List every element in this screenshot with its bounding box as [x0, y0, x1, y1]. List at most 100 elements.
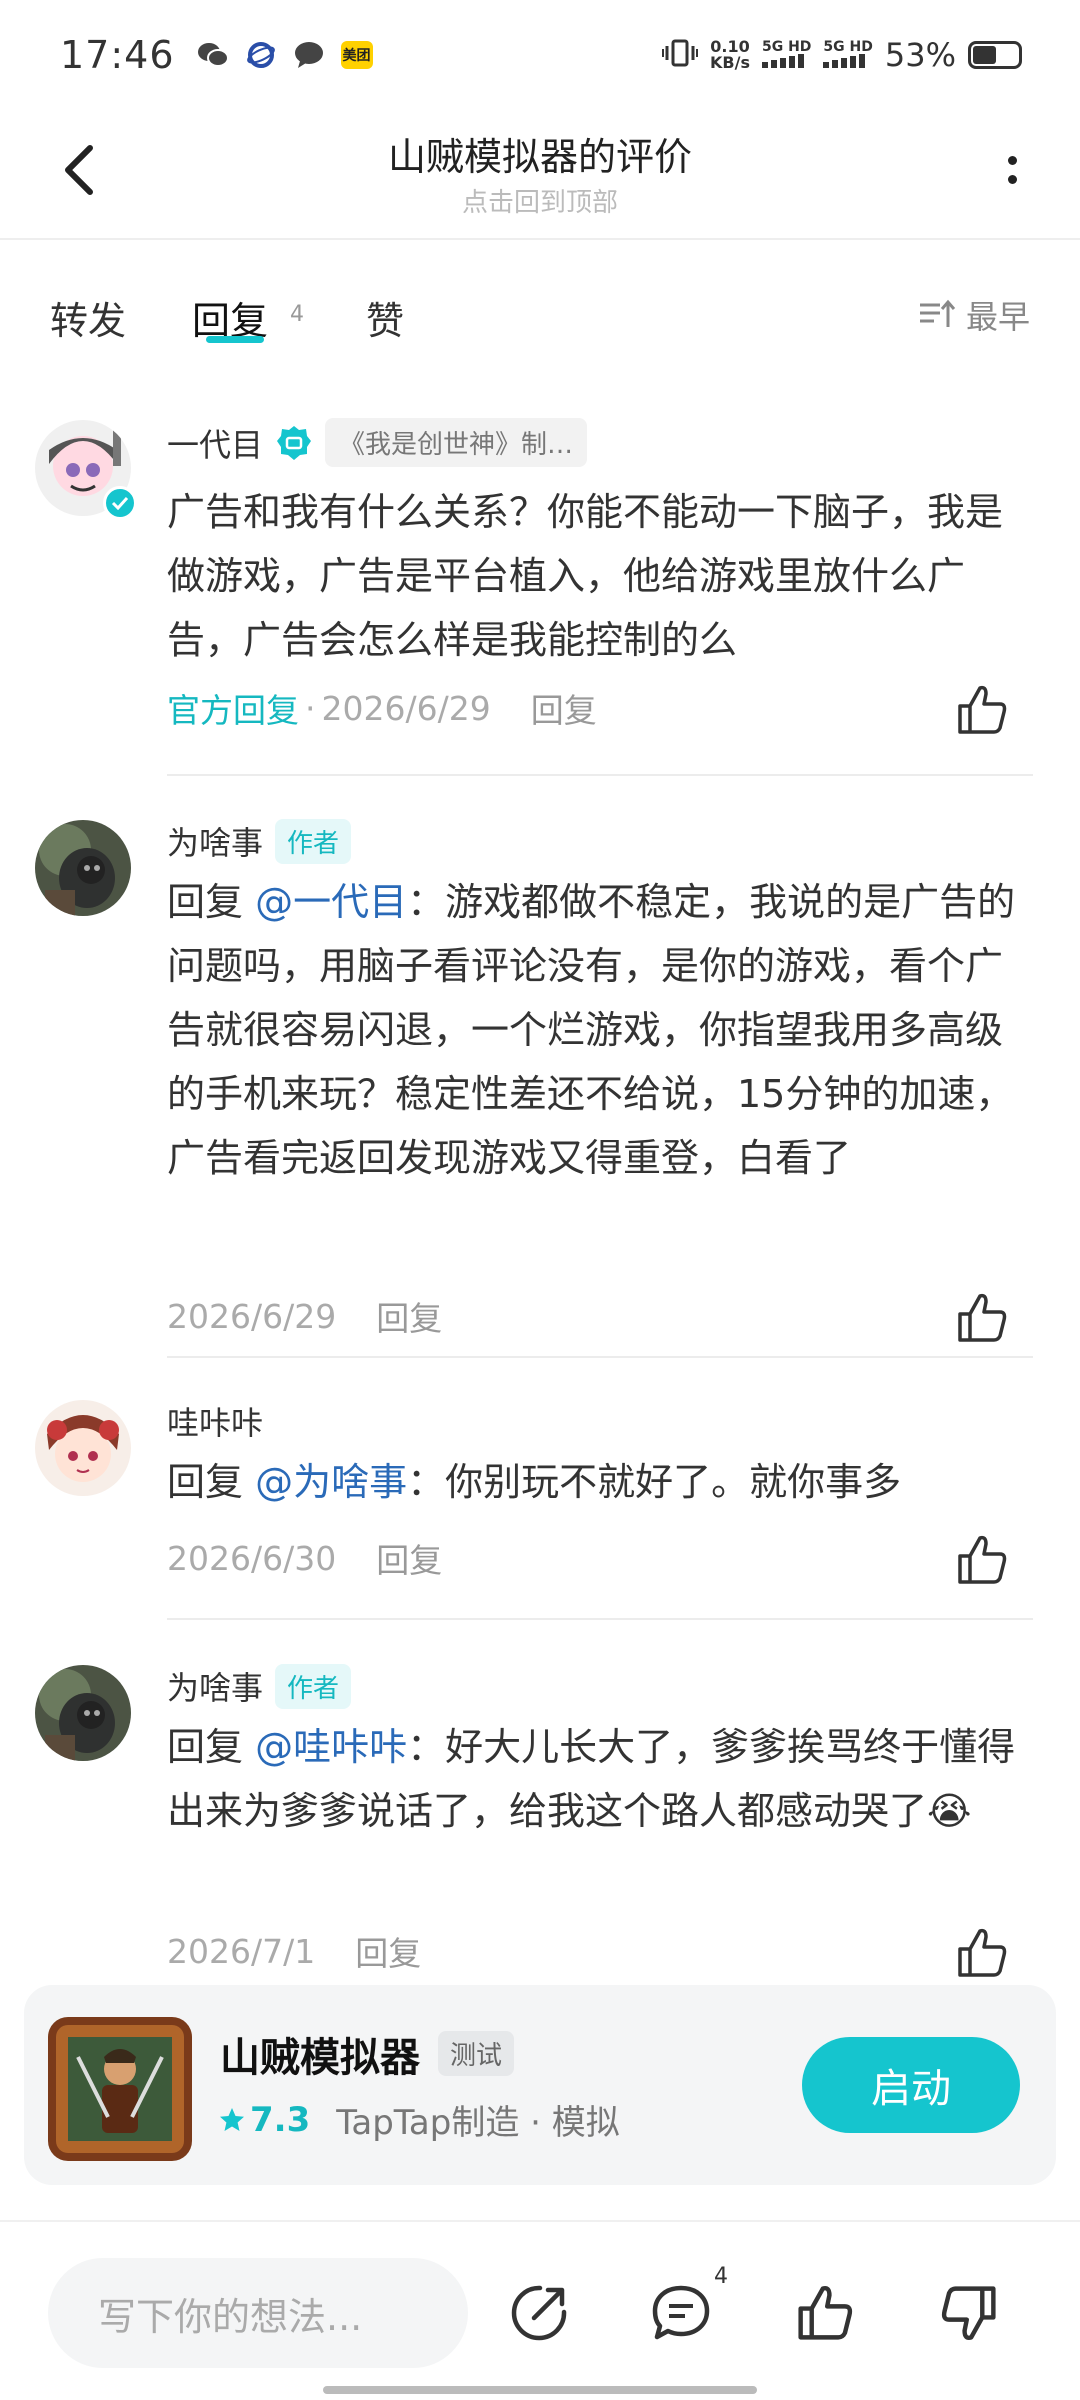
- notification-icons: 美团: [197, 39, 373, 71]
- comment-author[interactable]: 一代目: [167, 420, 263, 466]
- mention-link[interactable]: @为啥事: [255, 1460, 407, 1504]
- more-options-button[interactable]: [992, 140, 1032, 200]
- browser-icon: [245, 39, 277, 71]
- comment-count: 4: [714, 2264, 728, 2289]
- bottom-action-bar: 写下你的想法... 4: [0, 2222, 1080, 2400]
- avatar[interactable]: [35, 1400, 131, 1496]
- wechat-icon: [197, 39, 229, 71]
- thumbs-down-icon: [941, 2286, 996, 2340]
- thumbs-up-icon[interactable]: [954, 1290, 1010, 1346]
- comment-header: 一代目 《我是创世神》制…: [167, 418, 588, 467]
- comment-author[interactable]: 哇咔咔: [167, 1398, 263, 1444]
- comment-body: ：你别玩不就好了。就你事多: [407, 1460, 902, 1504]
- game-icon[interactable]: [48, 2017, 192, 2161]
- comment-date: 2026/6/29: [321, 688, 491, 728]
- share-button[interactable]: [504, 2278, 574, 2348]
- tab-replies-count: 4: [290, 302, 304, 327]
- thumbs-up-icon[interactable]: [954, 1925, 1010, 1981]
- game-meta: 7.3 TapTap制造 · 模拟: [218, 2095, 620, 2144]
- game-rating: 7.3: [218, 2100, 310, 2140]
- comment-text: 回复 @一代目：游戏都做不稳定，我说的是广告的问题吗，用脑子看评论没有，是你的游…: [167, 870, 1037, 1190]
- star-icon: [220, 2107, 244, 2131]
- comment-date: 2026/6/29: [167, 1296, 337, 1336]
- avatar[interactable]: [35, 820, 131, 916]
- comment-meta: 2026/6/30 回复: [167, 1534, 442, 1582]
- comment-button[interactable]: [646, 2278, 716, 2348]
- official-reply-label: 官方回复: [167, 691, 299, 730]
- reply-prefix: 回复: [167, 1725, 244, 1769]
- more-dot-icon: [1007, 156, 1017, 165]
- scroll-to-top-link[interactable]: 点击回到顶部: [0, 182, 1080, 219]
- comment-text: 回复 @哇咔咔：好大儿长大了，爹爹挨骂终于懂得出来为爹爹说话了，给我这个路人都感…: [167, 1715, 1037, 1843]
- comment-date: 2026/6/30: [167, 1538, 337, 1578]
- reply-prefix: 回复: [167, 1460, 244, 1504]
- meituan-icon: 美团: [340, 41, 373, 69]
- comment-body: ：游戏都做不稳定，我说的是广告的问题吗，用脑子看评论没有，是你的游戏，看个广告就…: [167, 880, 1016, 1180]
- more-dot-icon: [1007, 175, 1017, 184]
- reply-button[interactable]: 回复: [355, 1927, 421, 1975]
- like-button[interactable]: [790, 2278, 860, 2348]
- signal-sim1: 5G HD: [761, 38, 812, 71]
- comment-author[interactable]: 为啥事: [167, 818, 263, 864]
- official-icon: [275, 424, 313, 462]
- status-right: 0.10 KB/s 5G HD 5G HD 53%: [662, 36, 1022, 74]
- comment-author[interactable]: 为啥事: [167, 1663, 263, 1709]
- battery-level: [973, 46, 997, 64]
- net-speed: 0.10 KB/s: [710, 39, 750, 71]
- divider: [167, 1618, 1033, 1620]
- sim1-label: 5G HD: [761, 38, 812, 55]
- active-tab-indicator: [206, 336, 264, 343]
- comment-meta: 官方回复 · 2026/6/29 回复: [167, 684, 597, 732]
- game-maker: TapTap制造 · 模拟: [336, 2103, 620, 2143]
- top-nav: 山贼模拟器的评价 点击回到顶部: [0, 110, 1080, 240]
- tab-likes[interactable]: 赞: [366, 290, 404, 345]
- comment-icon: [652, 2285, 710, 2340]
- vibrate-icon: [662, 38, 698, 72]
- status-time: 17:46: [60, 33, 175, 77]
- status-bar: 17:46 美团 0.10 KB/s 5G HD 5G HD 53%: [0, 0, 1080, 110]
- comment-header: 为啥事 作者: [167, 818, 352, 864]
- message-icon: [293, 39, 325, 71]
- sort-icon: [919, 299, 956, 327]
- reply-button[interactable]: 回复: [376, 1292, 442, 1340]
- signal-sim2: 5G HD: [823, 38, 873, 71]
- reply-button[interactable]: 回复: [531, 684, 597, 732]
- divider: [167, 774, 1033, 776]
- verified-badge-icon: [103, 486, 137, 520]
- dislike-button[interactable]: [934, 2278, 1004, 2348]
- sort-button[interactable]: 最早: [918, 292, 1030, 338]
- battery-icon: [968, 41, 1022, 69]
- comment-input[interactable]: 写下你的想法...: [48, 2258, 468, 2368]
- sim2-label: 5G HD: [823, 38, 873, 55]
- share-icon: [511, 2285, 567, 2341]
- thumbs-up-icon[interactable]: [954, 682, 1010, 738]
- tab-bar: 转发 回复 4 赞 最早: [0, 240, 1080, 390]
- mention-link[interactable]: @哇咔咔: [255, 1725, 407, 1769]
- game-name: 山贼模拟器: [220, 2035, 420, 2081]
- tab-forward[interactable]: 转发: [50, 290, 126, 345]
- net-speed-unit: KB/s: [710, 53, 750, 72]
- page-title: 山贼模拟器的评价: [387, 135, 692, 179]
- thumbs-up-icon[interactable]: [954, 1532, 1010, 1588]
- battery-percent: 53%: [884, 36, 956, 74]
- launch-button[interactable]: 启动: [802, 2037, 1020, 2133]
- avatar[interactable]: [35, 1665, 131, 1761]
- comment-header: 为啥事 作者: [167, 1663, 352, 1709]
- divider: [167, 1356, 1033, 1358]
- thumbs-up-icon: [798, 2286, 853, 2340]
- comment-header: 哇咔咔: [167, 1398, 263, 1444]
- sort-label: 最早: [965, 298, 1030, 336]
- separator-dot: ·: [305, 688, 316, 728]
- home-indicator[interactable]: [323, 2386, 757, 2394]
- test-badge: 测试: [438, 2031, 515, 2076]
- comment-text: 广告和我有什么关系？你能不能动一下脑子，我是做游戏，广告是平台植入，他给游戏里放…: [167, 490, 1004, 662]
- game-card[interactable]: 山贼模拟器 测试 7.3 TapTap制造 · 模拟 启动: [24, 1985, 1056, 2185]
- mention-link[interactable]: @一代目: [255, 880, 407, 924]
- comment-date: 2026/7/1: [167, 1931, 316, 1971]
- comment-text: 回复 @为啥事：你别玩不就好了。就你事多: [167, 1450, 1037, 1514]
- comment-meta: 2026/7/1 回复: [167, 1927, 421, 1975]
- game-rating-value: 7.3: [250, 2099, 311, 2140]
- comment-meta: 2026/6/29 回复: [167, 1292, 442, 1340]
- game-tag[interactable]: 《我是创世神》制…: [325, 418, 588, 467]
- reply-button[interactable]: 回复: [376, 1534, 442, 1582]
